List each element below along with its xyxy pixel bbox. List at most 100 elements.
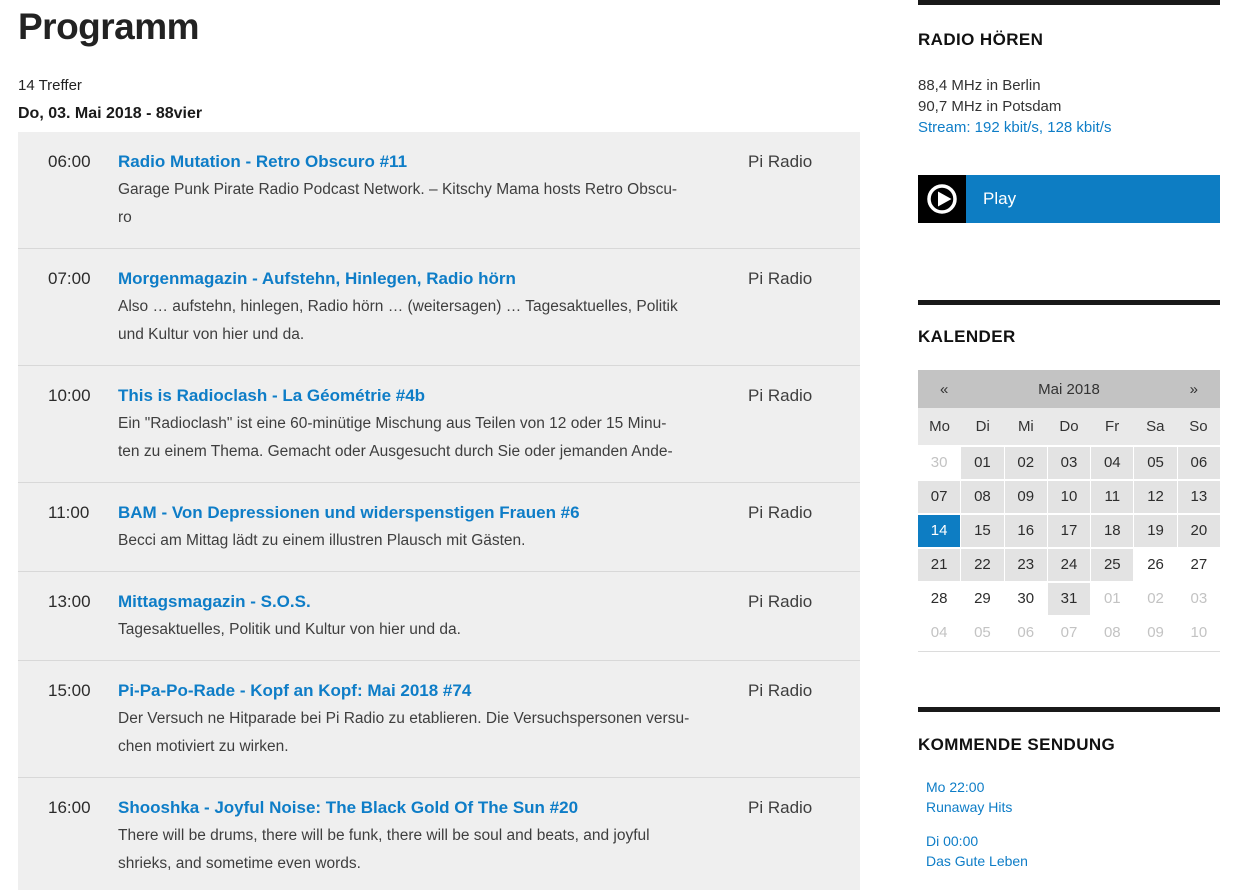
calendar-day-cell[interactable]: 11 xyxy=(1091,481,1133,513)
calendar-day-cell[interactable]: 31 xyxy=(1048,583,1090,615)
calendar-day-cell[interactable]: 02 xyxy=(1005,447,1047,479)
calendar-day-cell[interactable]: 08 xyxy=(1091,617,1133,649)
upcoming-show-link[interactable]: Di 01:00 88vier xyxy=(926,885,1220,890)
upcoming-heading: KOMMENDE SENDUNG xyxy=(918,735,1220,755)
calendar-day-cell[interactable]: 08 xyxy=(961,481,1003,513)
program-station: Pi Radio xyxy=(748,265,860,349)
calendar-day-cell[interactable]: 27 xyxy=(1178,549,1220,581)
sidebar: RADIO HÖREN 88,4 MHz in Berlin 90,7 MHz … xyxy=(918,0,1220,890)
calendar-day-cell[interactable]: 20 xyxy=(1178,515,1220,547)
calendar-day-cell[interactable]: 30 xyxy=(918,447,960,479)
calendar-day-cell[interactable]: 16 xyxy=(1005,515,1047,547)
calendar-day-cell[interactable]: 24 xyxy=(1048,549,1090,581)
radio-listen-heading: RADIO HÖREN xyxy=(918,30,1220,50)
program-title-link[interactable]: BAM - Von Depressionen und widerspenstig… xyxy=(118,499,748,527)
calendar-day-cell[interactable]: 19 xyxy=(1134,515,1176,547)
program-title-link[interactable]: Mittagsmagazin - S.O.S. xyxy=(118,588,748,616)
program-station: Pi Radio xyxy=(748,794,860,878)
calendar-day-cell[interactable]: 09 xyxy=(1005,481,1047,513)
calendar-day-cell[interactable]: 26 xyxy=(1134,549,1176,581)
calendar-day-cell[interactable]: 17 xyxy=(1048,515,1090,547)
frequency-berlin: 88,4 MHz in Berlin xyxy=(918,75,1220,96)
section-divider xyxy=(918,707,1220,712)
program-row: 13:00 Mittagsmagazin - S.O.S. Tagesaktue… xyxy=(18,571,860,660)
program-title-link[interactable]: Radio Mutation - Retro Obscuro #11 xyxy=(118,148,748,176)
calendar-day-cell[interactable]: 01 xyxy=(961,447,1003,479)
calendar-day-cell[interactable]: 12 xyxy=(1134,481,1176,513)
calendar-day-cell[interactable]: 03 xyxy=(1048,447,1090,479)
calendar-day-cell[interactable]: 10 xyxy=(1178,617,1220,649)
calendar-day-cell[interactable]: 01 xyxy=(1091,583,1133,615)
program-list: 06:00 Radio Mutation - Retro Obscuro #11… xyxy=(18,132,860,890)
calendar-day-cell[interactable]: 18 xyxy=(1091,515,1133,547)
calendar-bottom-border xyxy=(918,651,1220,652)
calendar-day-cell[interactable]: 28 xyxy=(918,583,960,615)
calendar-day-cell[interactable]: 22 xyxy=(961,549,1003,581)
calendar-day-cell[interactable]: 07 xyxy=(1048,617,1090,649)
calendar-weekday-label: Fr xyxy=(1091,408,1134,445)
program-title-link[interactable]: This is Radioclash - La Géométrie #4b xyxy=(118,382,748,410)
calendar-weekday-label: Sa xyxy=(1134,408,1177,445)
stream-link-192[interactable]: Stream: 192 kbit/s xyxy=(918,119,1039,136)
calendar-day-cell[interactable]: 06 xyxy=(1005,617,1047,649)
program-title-link[interactable]: Morgenmagazin - Aufstehn, Hinlegen, Radi… xyxy=(118,265,748,293)
frequency-potsdam: 90,7 MHz in Potsdam xyxy=(918,96,1220,117)
calendar-day-cell[interactable]: 21 xyxy=(918,549,960,581)
calendar-day-cell[interactable]: 06 xyxy=(1178,447,1220,479)
program-time: 13:00 xyxy=(48,588,118,644)
calendar-weekday-label: Di xyxy=(961,408,1004,445)
calendar-next-button[interactable]: » xyxy=(1190,381,1220,398)
calendar-day-cell[interactable]: 07 xyxy=(918,481,960,513)
program-description: Garage Punk Pirate Radio Podcast Network… xyxy=(118,176,748,232)
calendar-day-cell[interactable]: 14 xyxy=(918,515,960,547)
upcoming-show-link[interactable]: Mo 22:00 Runaway Hits xyxy=(926,777,1220,817)
calendar-weekday-label: Mo xyxy=(918,408,961,445)
calendar-day-cell[interactable]: 10 xyxy=(1048,481,1090,513)
calendar-day-cell[interactable]: 30 xyxy=(1005,583,1047,615)
program-time: 07:00 xyxy=(48,265,118,349)
program-station: Pi Radio xyxy=(748,677,860,761)
program-entry: Radio Mutation - Retro Obscuro #11 Garag… xyxy=(118,148,748,232)
upcoming-show-time: Di 00:00 xyxy=(926,831,1220,851)
calendar-weekday-label: Do xyxy=(1047,408,1090,445)
calendar-day-cell[interactable]: 13 xyxy=(1178,481,1220,513)
program-title-link[interactable]: Shooshka - Joyful Noise: The Black Gold … xyxy=(118,794,748,822)
calendar-heading: KALENDER xyxy=(918,327,1220,347)
upcoming-show-title: Runaway Hits xyxy=(926,797,1220,817)
program-row: 16:00 Shooshka - Joyful Noise: The Black… xyxy=(18,777,860,890)
upcoming-show-link[interactable]: Di 00:00 Das Gute Leben xyxy=(926,831,1220,871)
program-time: 10:00 xyxy=(48,382,118,466)
upcoming-show-title: Das Gute Leben xyxy=(926,851,1220,871)
page-title: Programm xyxy=(18,6,860,48)
calendar-day-cell[interactable]: 04 xyxy=(1091,447,1133,479)
calendar-prev-button[interactable]: « xyxy=(918,381,948,398)
program-time: 11:00 xyxy=(48,499,118,555)
results-count: 14 Treffer xyxy=(18,77,860,94)
frequency-block: 88,4 MHz in Berlin 90,7 MHz in Potsdam S… xyxy=(918,75,1220,138)
stream-link-128[interactable]: 128 kbit/s xyxy=(1047,119,1111,136)
program-entry: BAM - Von Depressionen und widerspenstig… xyxy=(118,499,748,555)
calendar-month-label: Mai 2018 xyxy=(948,381,1189,398)
calendar-grid: 3001020304050607080910111213141516171819… xyxy=(918,447,1220,649)
calendar-day-cell[interactable]: 04 xyxy=(918,617,960,649)
calendar-day-cell[interactable]: 05 xyxy=(1134,447,1176,479)
calendar-day-cell[interactable]: 05 xyxy=(961,617,1003,649)
calendar-day-cell[interactable]: 15 xyxy=(961,515,1003,547)
calendar: « Mai 2018 » MoDiMiDoFrSaSo 300102030405… xyxy=(918,370,1220,652)
program-description: Becci am Mittag lädt zu einem illustren … xyxy=(118,527,748,555)
date-heading: Do, 03. Mai 2018 - 88vier xyxy=(18,105,860,123)
play-button[interactable]: Play xyxy=(918,175,1220,223)
calendar-day-cell[interactable]: 09 xyxy=(1134,617,1176,649)
program-description: Tagesaktuelles, Politik und Kultur von h… xyxy=(118,616,748,644)
calendar-day-cell[interactable]: 25 xyxy=(1091,549,1133,581)
program-time: 16:00 xyxy=(48,794,118,878)
program-row: 11:00 BAM - Von Depressionen und widersp… xyxy=(18,482,860,571)
program-title-link[interactable]: Pi-Pa-Po-Rade - Kopf an Kopf: Mai 2018 #… xyxy=(118,677,748,705)
program-entry: Morgenmagazin - Aufstehn, Hinlegen, Radi… xyxy=(118,265,748,349)
calendar-day-cell[interactable]: 03 xyxy=(1178,583,1220,615)
calendar-day-cell[interactable]: 02 xyxy=(1134,583,1176,615)
calendar-day-cell[interactable]: 23 xyxy=(1005,549,1047,581)
calendar-day-cell[interactable]: 29 xyxy=(961,583,1003,615)
program-description: Also … aufstehn, hinlegen, Radio hörn … … xyxy=(118,293,748,349)
stream-separator: , xyxy=(1039,119,1047,136)
